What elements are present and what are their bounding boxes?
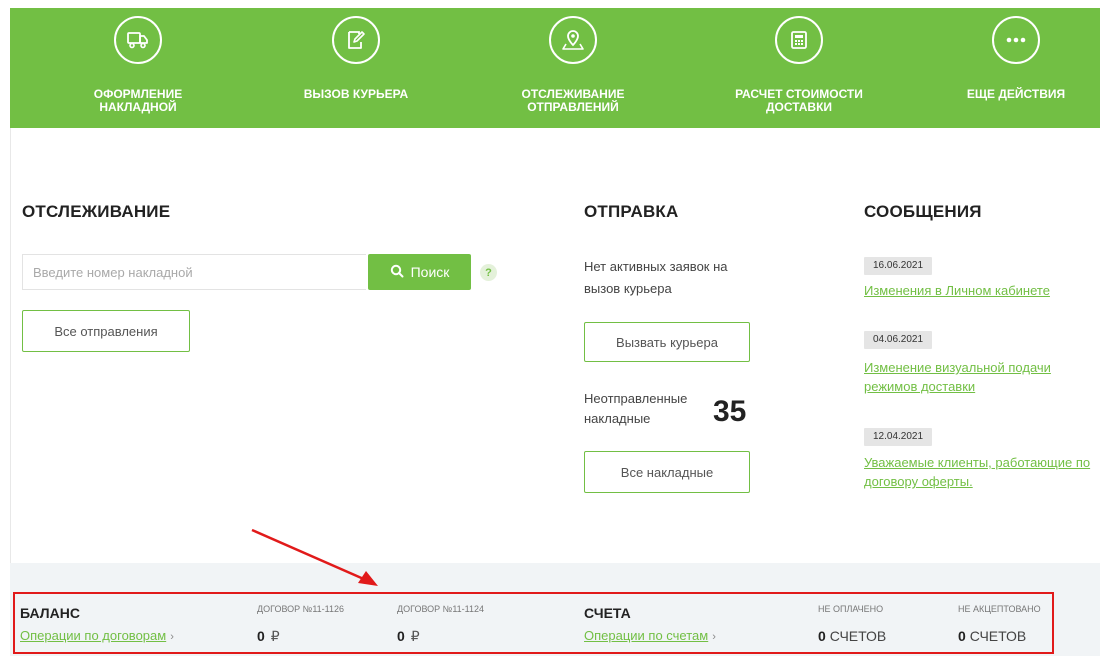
unsent-waybills-label: Неотправленные накладные (584, 391, 688, 426)
search-button[interactable]: Поиск (368, 254, 471, 290)
unsent-waybills-count: 35 (713, 395, 747, 428)
edit-document-icon (332, 16, 380, 64)
more-dots-icon (992, 16, 1040, 64)
nav-item-track-shipments[interactable]: ОТСЛЕЖИВАНИЕ ОТПРАВЛЕНИЙ (498, 8, 648, 128)
nav-label-track-shipments: ОТСЛЕЖИВАНИЕ ОТПРАВЛЕНИЙ (521, 87, 625, 114)
top-nav-bar: ОФОРМЛЕНИЕ НАКЛАДНОЙ ВЫЗОВ КУРЬЕРА ОТСЛЕ… (10, 8, 1100, 128)
message-link[interactable]: Изменение визуальной подачи режимов дост… (864, 358, 1100, 396)
message-date: 04.06.2021 (864, 331, 933, 349)
nav-label-delivery-cost: РАСЧЕТ СТОИМОСТИ ДОСТАВКИ (735, 87, 863, 114)
search-button-label: Поиск (410, 264, 450, 280)
calculator-icon (775, 16, 823, 64)
nav-label-more-actions: ЕЩЕ ДЕЙСТВИЯ (966, 87, 1066, 101)
nav-label-create-waybill: ОФОРМЛЕНИЕ НАКЛАДНОЙ (93, 87, 183, 114)
nav-item-call-courier[interactable]: ВЫЗОВ КУРЬЕРА (276, 8, 436, 128)
help-icon[interactable]: ? (480, 264, 497, 281)
messages-title: СООБЩЕНИЯ (864, 202, 982, 221)
no-requests-text: Нет активных заявок на вызов курьера (584, 259, 728, 296)
call-courier-button[interactable]: Вызвать курьера (584, 322, 750, 362)
all-shipments-button[interactable]: Все отправления (22, 310, 190, 352)
annotation-highlight-box (13, 592, 1054, 654)
message-link[interactable]: Изменения в Личном кабинете (864, 281, 1100, 300)
all-waybills-button[interactable]: Все накладные (584, 451, 750, 493)
sending-title: ОТПРАВКА (584, 202, 679, 221)
tracking-title: ОТСЛЕЖИВАНИЕ (22, 202, 171, 221)
nav-item-more-actions[interactable]: ЕЩЕ ДЕЙСТВИЯ (946, 8, 1086, 128)
waybill-search-input[interactable] (22, 254, 366, 290)
map-pin-icon (549, 16, 597, 64)
truck-icon (114, 16, 162, 64)
message-link[interactable]: Уважаемые клиенты, работающие по договор… (864, 453, 1100, 491)
page: ОФОРМЛЕНИЕ НАКЛАДНОЙ ВЫЗОВ КУРЬЕРА ОТСЛЕ… (0, 0, 1100, 656)
search-icon (390, 264, 404, 281)
annotation-arrow-icon (251, 528, 378, 586)
nav-label-call-courier: ВЫЗОВ КУРЬЕРА (303, 87, 409, 101)
message-date: 16.06.2021 (864, 257, 933, 275)
message-date: 12.04.2021 (864, 428, 933, 446)
nav-item-delivery-cost[interactable]: РАСЧЕТ СТОИМОСТИ ДОСТАВКИ (714, 8, 884, 128)
nav-item-create-waybill[interactable]: ОФОРМЛЕНИЕ НАКЛАДНОЙ (68, 8, 208, 128)
